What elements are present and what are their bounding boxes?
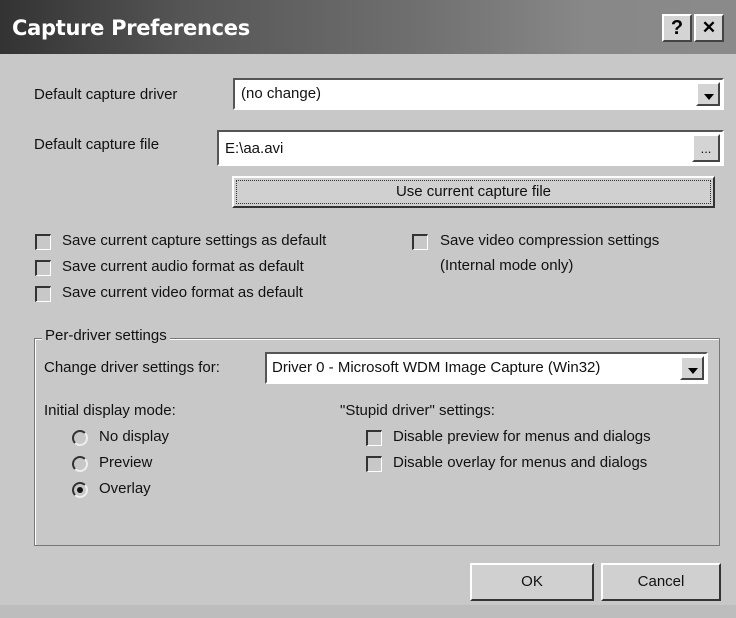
capture-driver-dropdown[interactable]: (no change): [233, 78, 724, 110]
preview-label: Preview: [99, 454, 153, 471]
capture-file-value: E:\aa.avi: [225, 140, 284, 157]
overlay-radio[interactable]: [72, 482, 88, 498]
capture-driver-value: (no change): [241, 85, 322, 102]
save-video-compression-label: Save video compression settings: [440, 232, 660, 249]
save-video-format-checkbox[interactable]: [35, 286, 51, 302]
capture-file-label: Default capture file: [34, 136, 160, 153]
title-bar[interactable]: Capture Preferences ? ✕: [0, 0, 736, 54]
driver-select-dropdown[interactable]: Driver 0 - Microsoft WDM Image Capture (…: [265, 352, 708, 384]
preview-radio[interactable]: [72, 456, 88, 472]
chevron-down-icon[interactable]: [680, 356, 704, 380]
disable-preview-label: Disable preview for menus and dialogs: [393, 428, 651, 445]
window-title: Capture Preferences: [12, 16, 250, 40]
close-button[interactable]: ✕: [694, 14, 724, 42]
browse-button[interactable]: ...: [692, 134, 720, 162]
initial-display-mode-label: Initial display mode:: [44, 402, 176, 419]
change-driver-settings-label: Change driver settings for:: [44, 359, 220, 376]
ok-button[interactable]: OK: [470, 563, 594, 601]
save-audio-format-label: Save current audio format as default: [62, 258, 304, 275]
save-capture-settings-label: Save current capture settings as default: [62, 232, 327, 249]
use-current-capture-file-button[interactable]: Use current capture file: [232, 176, 715, 208]
save-video-compression-checkbox[interactable]: [412, 234, 428, 250]
disable-preview-checkbox[interactable]: [366, 430, 382, 446]
save-capture-settings-checkbox[interactable]: [35, 234, 51, 250]
capture-preferences-dialog: Capture Preferences ? ✕ Default capture …: [0, 0, 736, 618]
capture-driver-label: Default capture driver: [34, 86, 178, 103]
save-video-format-label: Save current video format as default: [62, 284, 303, 301]
disable-overlay-label: Disable overlay for menus and dialogs: [393, 454, 648, 471]
chevron-down-icon[interactable]: [696, 82, 720, 106]
save-video-compression-note: (Internal mode only): [440, 257, 574, 274]
per-driver-settings-legend: Per-driver settings: [42, 327, 170, 344]
stupid-driver-settings-label: "Stupid driver" settings:: [340, 402, 495, 419]
cancel-button[interactable]: Cancel: [601, 563, 721, 601]
overlay-label: Overlay: [99, 480, 151, 497]
no-display-label: No display: [99, 428, 170, 445]
driver-select-value: Driver 0 - Microsoft WDM Image Capture (…: [272, 359, 601, 376]
disable-overlay-checkbox[interactable]: [366, 456, 382, 472]
help-button[interactable]: ?: [662, 14, 692, 42]
capture-file-input[interactable]: E:\aa.avi ...: [217, 130, 724, 166]
no-display-radio[interactable]: [72, 430, 88, 446]
save-audio-format-checkbox[interactable]: [35, 260, 51, 276]
bottom-edge: [0, 605, 736, 618]
